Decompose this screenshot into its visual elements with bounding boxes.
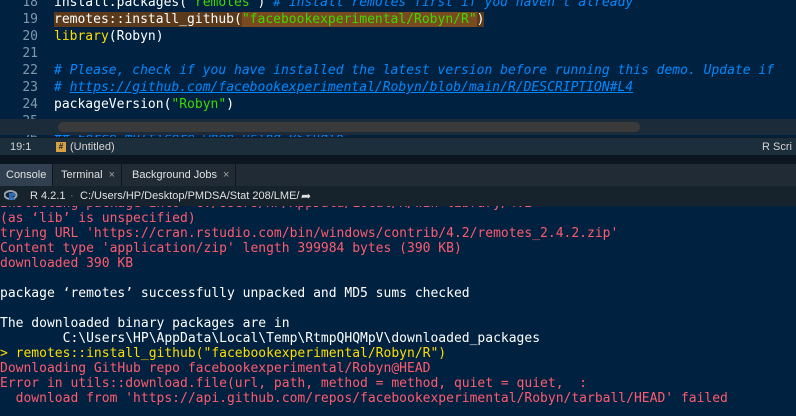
line-code: remotes::install_github("facebookexperim… [54,11,485,28]
separator: · [70,190,74,202]
code-token: ) [476,12,485,27]
line-number: 23 [22,80,38,95]
code-token: # install remotes first if you haven't a… [273,0,634,10]
pane-divider[interactable] [0,155,796,164]
line-number: 21 [22,46,38,61]
code-token: packageVersion( [54,97,172,112]
tab-background-jobs-label: Background Jobs [132,169,217,181]
editor-line[interactable]: 21 [0,45,796,62]
code-token: install.packages( [54,0,188,10]
editor-line[interactable]: 19 remotes::install_github("facebookexper… [0,11,796,28]
code-token: "facebookexperimental/Robyn/R" [241,12,477,27]
r-version: R 4.2.1 [30,190,66,202]
editor-horizontal-scrollbar[interactable] [58,122,640,132]
code-token: "Robyn" [171,97,227,112]
editor-line[interactable]: 24 packageVersion("Robyn") [0,96,796,113]
line-code: library(Robyn) [54,28,164,45]
code-token: ) [226,97,235,112]
close-icon[interactable]: × [109,169,115,181]
close-icon[interactable]: × [223,169,229,181]
console-line: The downloaded binary packages are in [0,316,290,331]
file-label: (Untitled) [70,141,115,153]
console-line: download from 'https://api.github.com/re… [0,391,728,406]
console-line: Content type 'application/zip' length 39… [0,241,462,256]
line-code: install.packages("remotes") # install re… [54,0,633,11]
cursor-position: 19:1 [10,141,32,153]
console-tabbar: Console Terminal × Background Jobs × [0,164,796,186]
tab-terminal-label: Terminal [61,169,103,181]
line-code: # Please, check if you have installed th… [54,62,774,79]
file-selector[interactable]: # (Untitled) [56,138,115,156]
console-path-bar: R 4.2.1 · C:/Users/HP/Desktop/PMDSA/Stat… [0,186,796,206]
file-type-selector[interactable]: R Scri [762,138,792,156]
tab-terminal[interactable]: Terminal × [55,164,123,186]
line-number: 24 [22,97,38,112]
hash-icon: # [56,142,66,152]
go-to-directory-icon[interactable]: ➦ [301,186,311,206]
r-logo-icon [4,190,18,200]
code-token: ) [257,0,274,10]
line-number: 18 [22,0,38,10]
console-line: downloaded 390 KB [0,256,134,271]
line-number: 20 [22,29,38,44]
editor-line[interactable]: 23 # https://github.com/facebookexperimen… [0,79,796,96]
working-directory: C:/Users/HP/Desktop/PMDSA/Stat 208/LME/ [80,190,300,202]
tab-console[interactable]: Console [0,164,54,186]
editor-line[interactable]: 18 install.packages("remotes") # install … [0,0,796,11]
console-line: Downloading GitHub repo facebookexperime… [0,361,431,376]
console-line: trying URL 'https://cran.rstudio.com/bin… [0,226,619,241]
code-token: (Robyn) [108,29,164,44]
tab-background-jobs[interactable]: Background Jobs × [126,164,237,186]
code-token: library [54,29,109,44]
console-line: > remotes::install_github("facebookexper… [0,346,447,361]
console-line: C:\Users\HP\AppData\Local\Temp\RtmpQHQMp… [0,331,541,346]
code-token: https://github.com/facebookexperimental/… [69,80,634,95]
console-output[interactable]: Installing package into 'C:/Users/HP/App… [0,206,796,416]
editor-line[interactable]: 20 library(Robyn) [0,28,796,45]
code-editor[interactable]: 18 install.packages("remotes") # install … [0,0,796,137]
line-number: 19 [22,12,38,27]
code-token: "remotes" [187,0,258,10]
code-token: remotes::install_github( [54,12,242,27]
line-code: # https://github.com/facebookexperimenta… [54,79,633,96]
line-code: packageVersion("Robyn") [54,96,234,113]
code-token: # [54,80,70,95]
tab-console-label: Console [6,169,47,181]
console-line: (as ‘lib’ is unspecified) [0,211,196,226]
console-line: package ‘remotes’ successfully unpacked … [0,286,470,301]
code-token: # Please, check if you have installed th… [54,63,775,78]
editor-status-bar: 19:1 # (Untitled) R Scri [0,137,796,156]
console-line: Error in utils::download.file(url, path,… [0,376,587,391]
editor-line[interactable]: 22 # Please, check if you have installed … [0,62,796,79]
line-number: 22 [22,63,38,78]
